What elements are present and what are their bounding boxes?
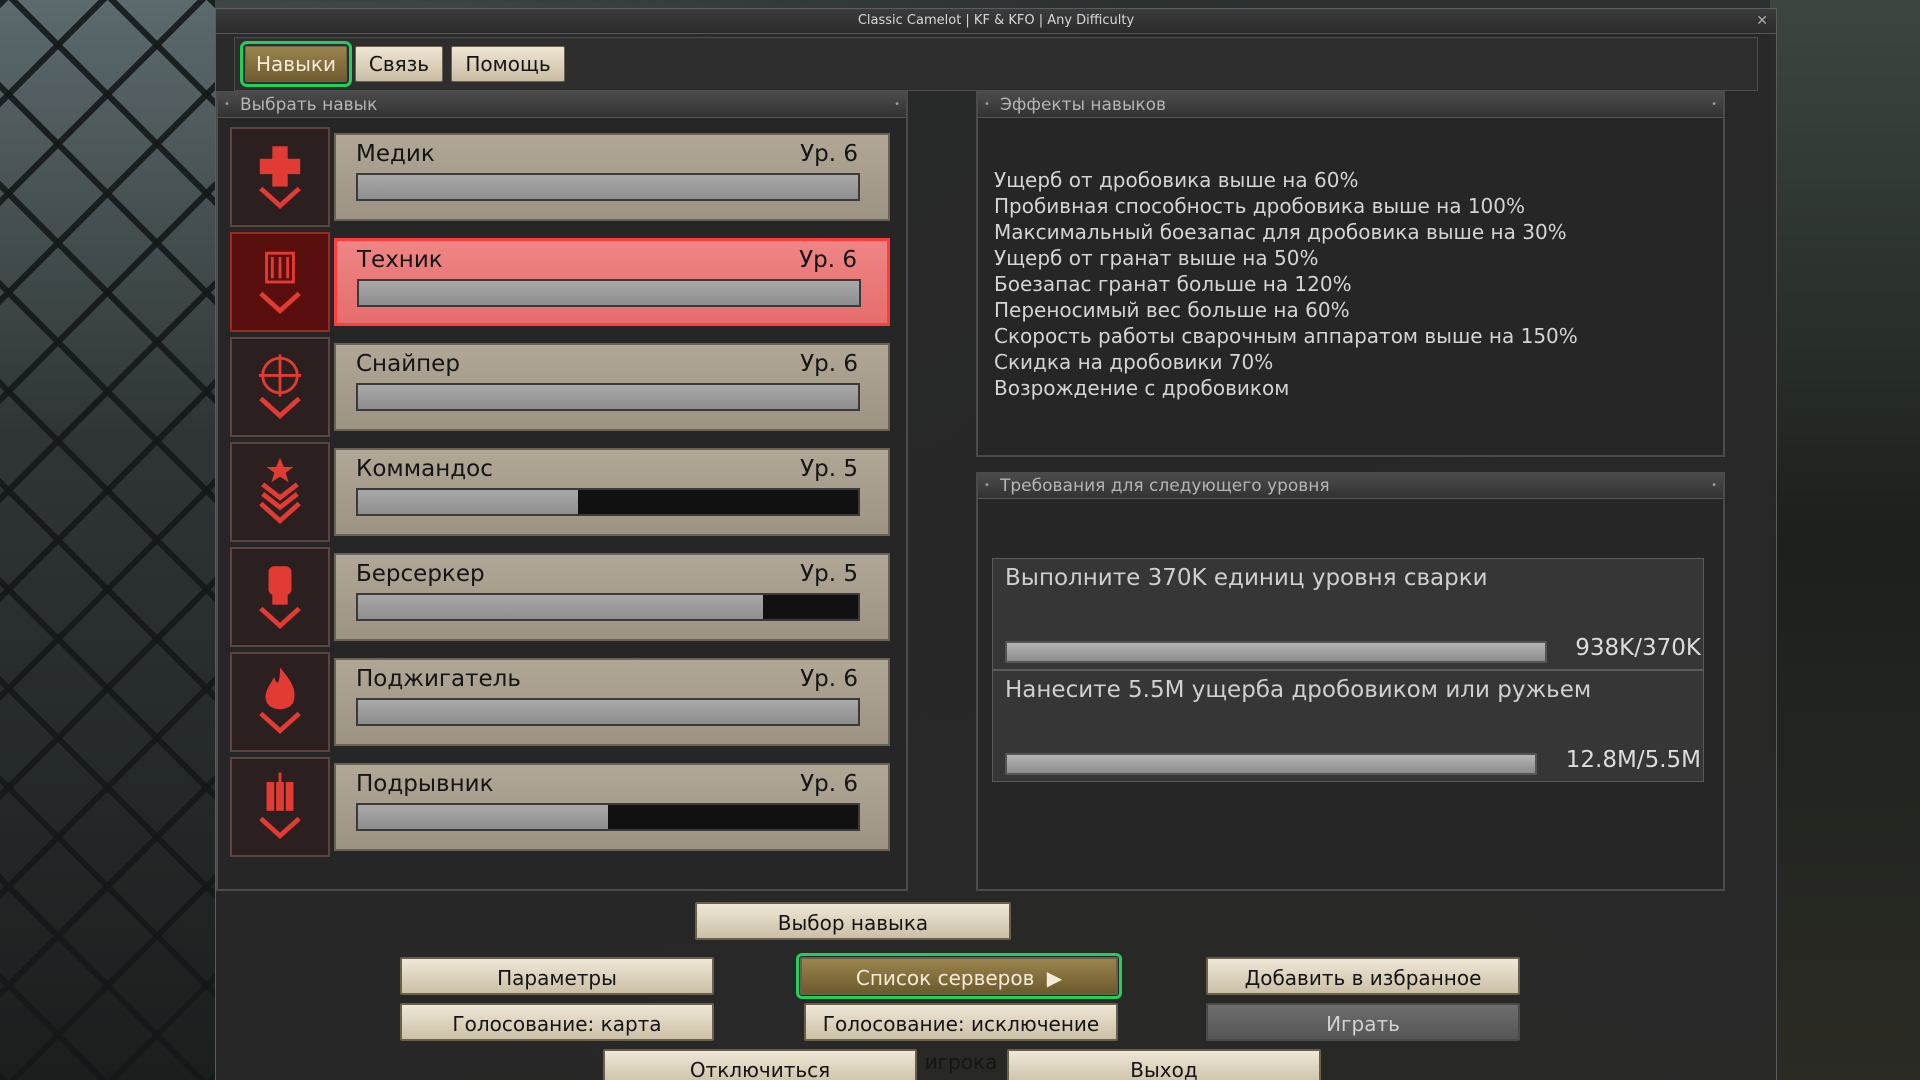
perk-effects-header: Эффекты навыков bbox=[978, 93, 1723, 118]
perk-name: Коммандос bbox=[356, 456, 493, 482]
perk-progress-fill bbox=[358, 805, 608, 829]
window-title: Classic Camelot | KF & KFO | Any Difficu… bbox=[857, 13, 1135, 28]
perk-name: Снайпер bbox=[356, 351, 460, 377]
perk-progress-bar bbox=[356, 698, 860, 726]
perk-card[interactable]: Коммандос Ур. 5 bbox=[334, 448, 890, 536]
perk-card[interactable]: Подрывник Ур. 6 bbox=[334, 763, 890, 851]
berserker-icon[interactable] bbox=[230, 547, 330, 647]
perk-name: Поджигатель bbox=[356, 666, 521, 692]
perk-level: Ур. 5 bbox=[800, 561, 858, 587]
tab-help[interactable]: Помощь bbox=[451, 46, 565, 82]
tab-perks[interactable]: Навыки bbox=[240, 41, 352, 87]
requirement-progress-fill bbox=[1007, 755, 1535, 773]
requirement-item: Выполните 370K единиц уровня сварки 938K… bbox=[992, 558, 1704, 670]
requirement-value: 12.8M/5.5M bbox=[1565, 747, 1701, 773]
play-button[interactable]: Играть bbox=[1206, 1003, 1520, 1041]
next-level-requirements-panel: Требования для следующего уровня Выполни… bbox=[976, 472, 1725, 891]
close-icon[interactable]: ✕ bbox=[1756, 9, 1768, 33]
vote-kick-button[interactable]: Голосование: исключение игрока bbox=[804, 1003, 1118, 1074]
perk-row[interactable]: Поджигатель Ур. 6 bbox=[230, 652, 890, 752]
perk-level: Ур. 6 bbox=[800, 141, 858, 167]
server-list-button[interactable]: Список серверов ▶ bbox=[796, 953, 1122, 999]
perk-progress-bar bbox=[357, 279, 861, 307]
perk-effects-list: Ущерб от дробовика выше на 60% Пробивная… bbox=[994, 167, 1578, 401]
perk-level: Ур. 6 bbox=[800, 351, 858, 377]
perk-level: Ур. 6 bbox=[799, 247, 857, 273]
perk-progress-fill bbox=[358, 595, 763, 619]
effect-line: Возрождение с дробовиком bbox=[994, 376, 1290, 400]
perk-row[interactable]: Медик Ур. 6 bbox=[230, 127, 890, 227]
perk-level: Ур. 5 bbox=[800, 456, 858, 482]
perk-row[interactable]: Техник Ур. 6 bbox=[230, 232, 890, 332]
effect-line: Ущерб от дробовика выше на 60% bbox=[994, 168, 1359, 192]
exit-button[interactable]: Выход bbox=[1007, 1049, 1321, 1080]
effect-line: Переносимый вес больше на 60% bbox=[994, 298, 1350, 322]
requirement-item: Нанесите 5.5M ущерба дробовиком или ружь… bbox=[992, 670, 1704, 782]
support-icon[interactable] bbox=[230, 232, 330, 332]
perk-card[interactable]: Техник Ур. 6 bbox=[334, 238, 890, 326]
perk-select-panel: Выбрать навык МедикУр. 6ТехникУр. 6Снайп… bbox=[216, 91, 908, 891]
perk-card[interactable]: Снайпер Ур. 6 bbox=[334, 343, 890, 431]
perk-effects-panel: Эффекты навыков Ущерб от дробовика выше … bbox=[976, 91, 1725, 457]
settings-button[interactable]: Параметры bbox=[400, 957, 714, 995]
effect-line: Скорость работы сварочным аппаратом выше… bbox=[994, 324, 1578, 348]
game-menu-window: Classic Camelot | KF & KFO | Any Difficu… bbox=[215, 8, 1777, 1080]
perk-select-header: Выбрать навык bbox=[218, 93, 906, 118]
firebug-icon[interactable] bbox=[230, 652, 330, 752]
perk-name: Подрывник bbox=[356, 771, 494, 797]
perk-progress-fill bbox=[359, 281, 859, 305]
perk-level: Ур. 6 bbox=[800, 666, 858, 692]
perk-name: Техник bbox=[357, 247, 443, 273]
requirement-text: Нанесите 5.5M ущерба дробовиком или ружь… bbox=[1005, 677, 1592, 703]
requirement-text: Выполните 370K единиц уровня сварки bbox=[1005, 565, 1488, 591]
perk-progress-bar bbox=[356, 488, 860, 516]
perk-progress-bar bbox=[356, 803, 860, 831]
perk-card[interactable]: Поджигатель Ур. 6 bbox=[334, 658, 890, 746]
effect-line: Максимальный боезапас для дробовика выше… bbox=[994, 220, 1567, 244]
disconnect-button[interactable]: Отключиться bbox=[603, 1049, 917, 1080]
perk-progress-bar bbox=[356, 593, 860, 621]
tab-communication[interactable]: Связь bbox=[355, 46, 443, 82]
mouse-cursor-icon: ▶ bbox=[1046, 966, 1063, 990]
tab-bar: Навыки Связь Помощь bbox=[234, 37, 1758, 91]
perk-row[interactable]: Берсеркер Ур. 5 bbox=[230, 547, 890, 647]
perk-card[interactable]: Берсеркер Ур. 5 bbox=[334, 553, 890, 641]
server-list-label: Список серверов bbox=[855, 966, 1035, 990]
perk-name: Берсеркер bbox=[356, 561, 485, 587]
add-to-favorites-button[interactable]: Добавить в избранное bbox=[1206, 957, 1520, 995]
perk-progress-fill bbox=[358, 385, 858, 409]
sharpshooter-icon[interactable] bbox=[230, 337, 330, 437]
demolitions-icon[interactable] bbox=[230, 757, 330, 857]
background-scenery-right bbox=[1770, 0, 1920, 1080]
requirements-header: Требования для следующего уровня bbox=[978, 474, 1723, 499]
effect-line: Скидка на дробовики 70% bbox=[994, 350, 1274, 374]
requirement-value: 938K/370K bbox=[1575, 635, 1701, 661]
window-titlebar: Classic Camelot | KF & KFO | Any Difficu… bbox=[216, 9, 1776, 34]
commando-icon[interactable] bbox=[230, 442, 330, 542]
vote-map-button[interactable]: Голосование: карта bbox=[400, 1003, 714, 1041]
select-perk-button[interactable]: Выбор навыка bbox=[695, 902, 1011, 940]
perk-progress-bar bbox=[356, 383, 860, 411]
requirement-progress-bar bbox=[1005, 753, 1537, 775]
perk-row[interactable]: Снайпер Ур. 6 bbox=[230, 337, 890, 437]
perk-row[interactable]: Коммандос Ур. 5 bbox=[230, 442, 890, 542]
requirement-progress-fill bbox=[1007, 643, 1545, 661]
perk-progress-fill bbox=[358, 700, 858, 724]
perk-card[interactable]: Медик Ур. 6 bbox=[334, 133, 890, 221]
perk-progress-fill bbox=[358, 490, 578, 514]
effect-line: Ущерб от гранат выше на 50% bbox=[994, 246, 1319, 270]
effect-line: Боезапас гранат больше на 120% bbox=[994, 272, 1352, 296]
medic-icon[interactable] bbox=[230, 127, 330, 227]
perk-row[interactable]: Подрывник Ур. 6 bbox=[230, 757, 890, 857]
perk-progress-bar bbox=[356, 173, 860, 201]
background-scenery-left bbox=[0, 0, 215, 1080]
perk-level: Ур. 6 bbox=[800, 771, 858, 797]
perk-progress-fill bbox=[358, 175, 858, 199]
perk-name: Медик bbox=[356, 141, 435, 167]
requirement-progress-bar bbox=[1005, 641, 1547, 663]
effect-line: Пробивная способность дробовика выше на … bbox=[994, 194, 1526, 218]
